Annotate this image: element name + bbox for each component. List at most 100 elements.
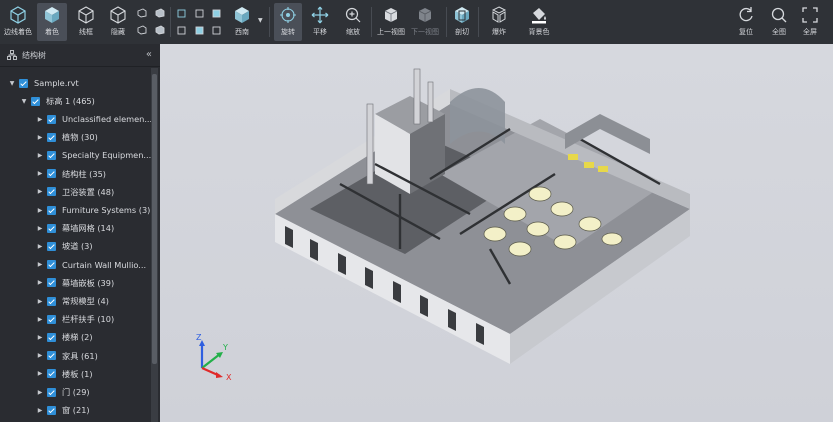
tree-category-item[interactable]: ▶ 楼板 (1) — [36, 365, 93, 383]
explode-label: 爆炸 — [492, 28, 506, 36]
visibility-checkbox[interactable] — [47, 169, 56, 179]
left-view-cube-icon[interactable] — [177, 8, 187, 18]
shaded-cube-icon — [45, 7, 59, 23]
tree-category-item[interactable]: ▶ 幕墙网格 (14) — [36, 219, 114, 237]
reset-button[interactable]: 复位 — [734, 3, 758, 41]
tree-level-node[interactable]: ▼ 标高 1 (465) — [20, 92, 95, 110]
zoom-extents-button[interactable]: 全图 — [767, 3, 791, 41]
wireframe-button[interactable]: 线框 — [71, 3, 101, 41]
explode-button[interactable]: 爆炸 — [485, 3, 513, 41]
tree-scrollbar[interactable] — [151, 68, 158, 422]
background-color-button[interactable]: 背景色 — [523, 3, 555, 41]
tree-category-item[interactable]: ▶ 楼梯 (2) — [36, 328, 93, 346]
bottom-view-cube-icon[interactable] — [137, 25, 147, 35]
next-view-button[interactable]: 下一视图 — [409, 3, 441, 41]
tree-category-item[interactable]: ▶ Furniture Systems (3) — [36, 201, 151, 219]
tree-category-label: 栏杆扶手 (10) — [62, 314, 115, 325]
tree-category-item[interactable]: ▶ 植物 (30) — [36, 128, 98, 146]
visibility-checkbox[interactable] — [47, 205, 56, 215]
expand-arrow-icon[interactable]: ▶ — [36, 334, 44, 341]
model-viewport[interactable]: Z Y X — [160, 44, 833, 422]
tree-category-item[interactable]: ▶ 家具 (61) — [36, 347, 98, 365]
expand-arrow-icon[interactable]: ▶ — [36, 134, 44, 141]
collapse-panel-icon[interactable]: « — [146, 49, 152, 60]
y-axis-line — [201, 353, 221, 369]
tree-category-item[interactable]: ▶ 幕墙嵌板 (39) — [36, 274, 114, 292]
back-view-cube-icon[interactable] — [155, 25, 165, 35]
shaded-button[interactable]: 着色 — [37, 3, 67, 41]
visibility-checkbox[interactable] — [47, 296, 56, 306]
visibility-checkbox[interactable] — [47, 260, 56, 270]
tree-root-node[interactable]: ▼ Sample.rvt — [8, 74, 79, 92]
expand-arrow-icon[interactable]: ▶ — [36, 116, 44, 123]
expand-arrow-icon[interactable]: ▶ — [36, 188, 44, 195]
hidden-line-cube-icon — [110, 6, 126, 24]
tree-category-label: Specialty Equipmen... — [62, 150, 152, 161]
tree-category-item[interactable]: ▶ 门 (29) — [36, 383, 90, 401]
section-button[interactable]: 剖切 — [450, 3, 474, 41]
tree-category-item[interactable]: ▶ 栏杆扶手 (10) — [36, 310, 114, 328]
tree-category-label: 坡道 (3) — [62, 241, 93, 252]
visibility-checkbox[interactable] — [47, 351, 56, 361]
expand-arrow-icon[interactable]: ▶ — [36, 352, 44, 359]
visibility-checkbox[interactable] — [47, 314, 56, 324]
expand-arrow-icon[interactable]: ▶ — [36, 152, 44, 159]
tree-category-item[interactable]: ▶ Curtain Wall Mullio... — [36, 256, 146, 274]
visibility-checkbox[interactable] — [31, 96, 40, 106]
tree-category-item[interactable]: ▶ Specialty Equipmen... — [36, 146, 152, 164]
visibility-checkbox[interactable] — [47, 332, 56, 342]
southwest-view-button[interactable]: 西南 — [228, 3, 256, 41]
visibility-checkbox[interactable] — [47, 387, 56, 397]
scrollbar-thumb[interactable] — [152, 74, 157, 364]
visibility-checkbox[interactable] — [47, 405, 56, 415]
northwest-view-cube-icon[interactable] — [177, 25, 187, 35]
expand-arrow-icon[interactable]: ▶ — [36, 389, 44, 396]
expand-arrow-icon[interactable]: ▶ — [36, 170, 44, 177]
right-view-cube-icon[interactable] — [194, 8, 204, 18]
expand-arrow-icon[interactable]: ▶ — [36, 261, 44, 268]
visibility-checkbox[interactable] — [47, 369, 56, 379]
expand-arrow-icon[interactable]: ▶ — [36, 316, 44, 323]
tree-category-label: Unclassified elemen... — [62, 114, 153, 124]
southeast-view-cube-icon[interactable] — [194, 25, 204, 35]
expand-arrow-icon[interactable]: ▼ — [8, 80, 16, 87]
tree-category-item[interactable]: ▶ 窗 (21) — [36, 401, 90, 419]
visibility-checkbox[interactable] — [47, 132, 56, 142]
visibility-checkbox[interactable] — [47, 278, 56, 288]
section-box-icon — [455, 7, 469, 23]
tree-category-item[interactable]: ▶ Unclassified elemen... — [36, 110, 152, 128]
edge-shaded-button[interactable]: 边线着色 — [2, 3, 34, 41]
fullscreen-button[interactable]: 全屏 — [798, 3, 822, 41]
pan-button[interactable]: 平移 — [306, 3, 334, 41]
visibility-checkbox[interactable] — [19, 78, 28, 88]
isometric-view-cube-icon[interactable] — [211, 25, 221, 35]
zoom-button[interactable]: 缩放 — [339, 3, 367, 41]
visibility-checkbox[interactable] — [47, 241, 56, 251]
view-dropdown-chevron-icon[interactable]: ▼ — [258, 17, 263, 24]
tree-category-item[interactable]: ▶ 常规模型 (4) — [36, 292, 109, 310]
expand-arrow-icon[interactable]: ▶ — [36, 407, 44, 414]
previous-view-button[interactable]: 上一视图 — [375, 3, 407, 41]
visibility-checkbox[interactable] — [47, 114, 56, 124]
front-view-cube-icon[interactable] — [155, 8, 165, 18]
visibility-checkbox[interactable] — [47, 150, 56, 160]
tree-category-item[interactable]: ▶ 卫浴装置 (48) — [36, 183, 114, 201]
hidden-line-button[interactable]: 隐藏 — [104, 3, 132, 41]
tree-category-item[interactable]: ▶ 坡道 (3) — [36, 237, 93, 255]
expand-arrow-icon[interactable]: ▶ — [36, 207, 44, 214]
panel-title: 结构树 — [22, 50, 46, 60]
wireframe-shaded-cube-icon — [10, 6, 26, 24]
visibility-checkbox[interactable] — [47, 187, 56, 197]
expand-arrow-icon[interactable]: ▶ — [36, 243, 44, 250]
expand-arrow-icon[interactable]: ▶ — [36, 370, 44, 377]
building-model-render[interactable] — [160, 44, 833, 422]
visibility-checkbox[interactable] — [47, 223, 56, 233]
northeast-view-cube-icon[interactable] — [211, 8, 221, 18]
expand-arrow-icon[interactable]: ▶ — [36, 298, 44, 305]
top-view-cube-icon[interactable] — [137, 8, 147, 18]
orbit-button[interactable]: 旋转 — [274, 3, 302, 41]
tree-category-item[interactable]: ▶ 结构柱 (35) — [36, 165, 106, 183]
expand-arrow-icon[interactable]: ▼ — [20, 98, 28, 105]
expand-arrow-icon[interactable]: ▶ — [36, 279, 44, 286]
expand-arrow-icon[interactable]: ▶ — [36, 225, 44, 232]
